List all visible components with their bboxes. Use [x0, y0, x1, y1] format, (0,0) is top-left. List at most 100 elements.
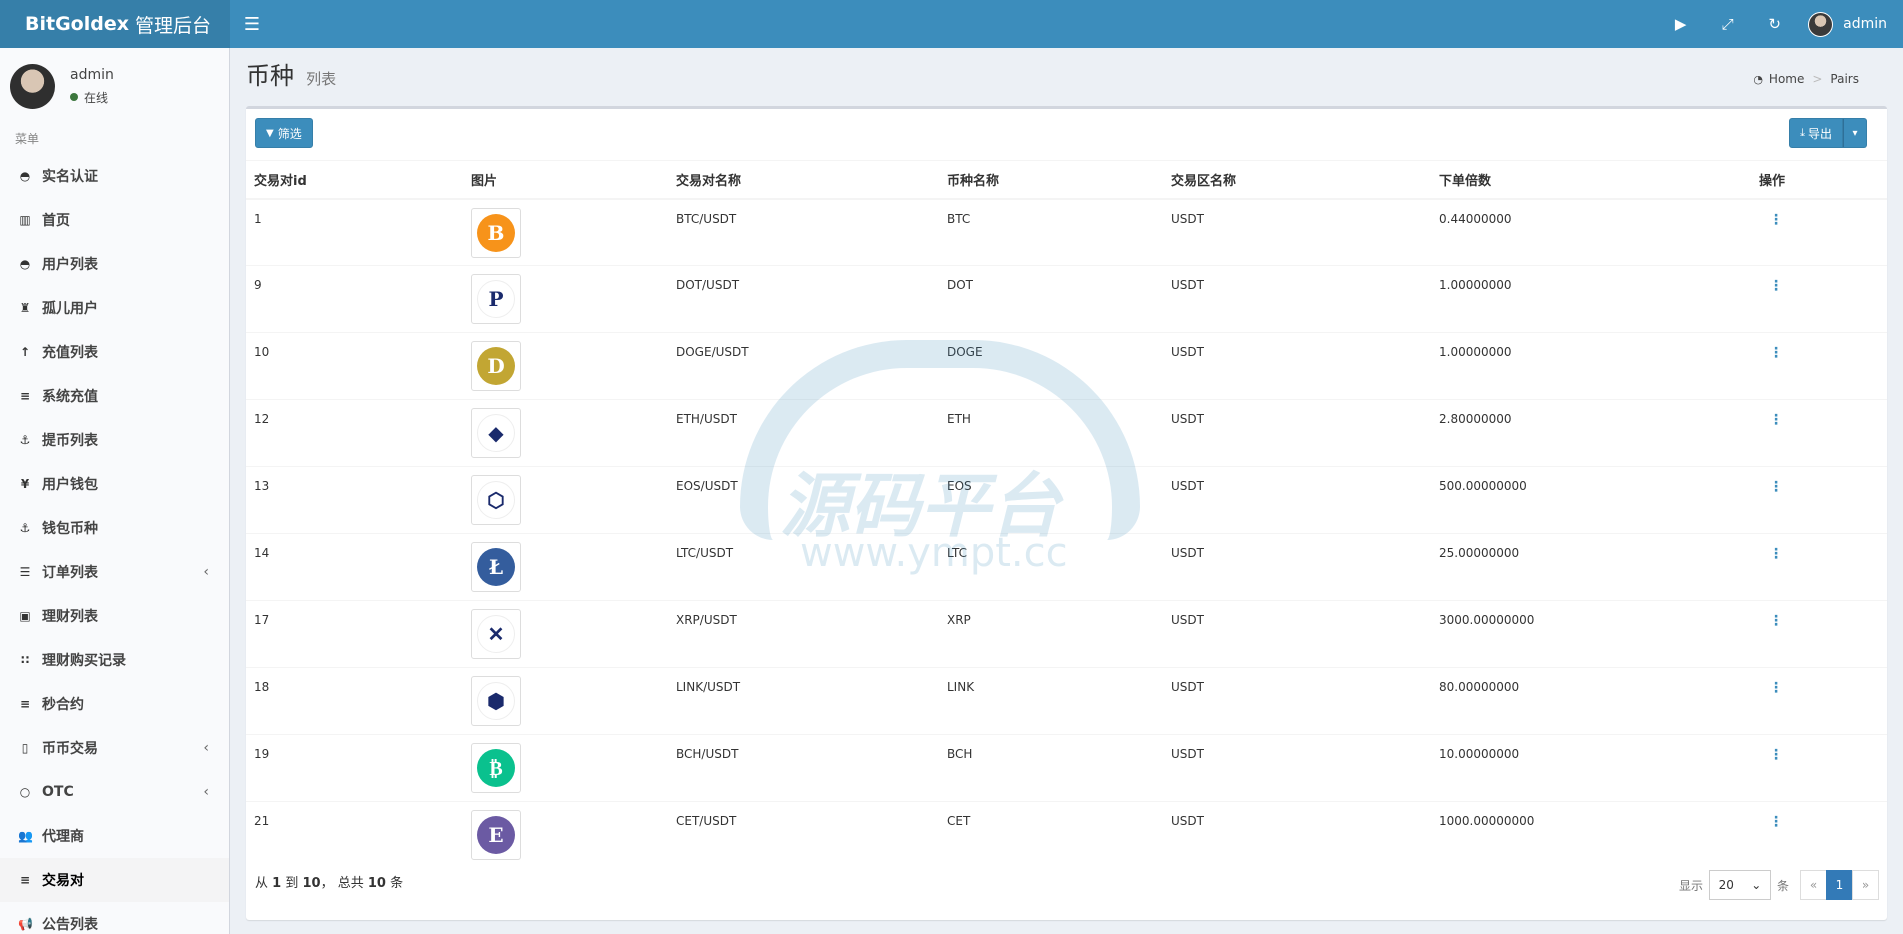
cell-zone-name: USDT	[1163, 801, 1431, 869]
coin-logo-icon: ₿	[477, 749, 515, 787]
sidebar-item[interactable]: ▥ 首页	[0, 198, 229, 242]
page-button-current[interactable]: 1	[1826, 870, 1853, 900]
table-body: 1 B BTC/USDT BTC USDT 0.44000000 ⋮ 9 P DOT/USDT DO…	[246, 198, 1887, 869]
sidebar-item[interactable]: ¥ 用户钱包	[0, 462, 229, 506]
arrow-up-icon: ↑	[19, 345, 31, 359]
bullhorn-icon: 📢	[18, 917, 33, 931]
sidebar-item[interactable]: ♜ 孤儿用户	[0, 286, 229, 330]
breadcrumb-home[interactable]: Home	[1769, 72, 1804, 86]
sidebar-toggle-icon[interactable]: ☰	[230, 0, 274, 48]
coin-logo-icon: E	[477, 816, 515, 854]
coin-thumbnail[interactable]: ⬡	[471, 475, 521, 525]
circle-icon: ○	[19, 785, 31, 799]
refresh-icon[interactable]: ↻	[1751, 0, 1798, 48]
coin-thumbnail[interactable]: B	[471, 207, 521, 258]
cell-zone-name: USDT	[1163, 332, 1431, 400]
table-row: 1 B BTC/USDT BTC USDT 0.44000000 ⋮	[246, 198, 1887, 266]
sidebar-item[interactable]: ◓ 实名认证	[0, 154, 229, 198]
sidebar-item[interactable]: ↑ 充值列表	[0, 330, 229, 374]
status-dot-icon	[70, 93, 78, 101]
filter-button[interactable]: ▼ 筛选	[255, 118, 313, 148]
table-row: 10 D DOGE/USDT DOGE USDT 1.00000000 ⋮	[246, 332, 1887, 400]
sidebar-item[interactable]: ▯ 币币交易 ‹	[0, 726, 229, 770]
more-actions-icon[interactable]: ⋮	[1759, 814, 1783, 830]
cell-pair-id: 10	[246, 332, 463, 400]
sidebar-item[interactable]: ∷ 理财购买记录	[0, 638, 229, 682]
more-actions-icon[interactable]: ⋮	[1759, 680, 1783, 696]
coin-thumbnail[interactable]: E	[471, 810, 521, 860]
sidebar-item[interactable]: ◓ 用户列表	[0, 242, 229, 286]
user-panel-name: admin	[70, 66, 114, 83]
coin-thumbnail[interactable]: D	[471, 341, 521, 391]
coin-thumbnail[interactable]: ₿	[471, 743, 521, 793]
more-actions-icon[interactable]: ⋮	[1759, 546, 1783, 562]
page-size-select[interactable]: 20 ⌄	[1708, 870, 1771, 900]
coin-thumbnail[interactable]: P	[471, 274, 521, 324]
more-actions-icon[interactable]: ⋮	[1759, 345, 1783, 361]
pager-area: 显示 20 ⌄ 条 « 1 »	[1679, 870, 1879, 900]
more-actions-icon[interactable]: ⋮	[1759, 212, 1783, 228]
play-icon[interactable]: ▶	[1657, 0, 1704, 48]
status-text: 在线	[84, 90, 109, 105]
cell-pair-name: LTC/USDT	[668, 533, 939, 601]
chevron-left-icon: ‹	[203, 784, 209, 800]
cell-image: D	[463, 332, 668, 400]
cell-coin-name: XRP	[939, 600, 1163, 668]
sidebar-item-label: 秒合约	[42, 697, 84, 713]
more-actions-icon[interactable]: ⋮	[1759, 412, 1783, 428]
summary-total: 10	[367, 876, 386, 891]
coin-logo-icon: D	[477, 347, 515, 385]
sidebar-item[interactable]: ⚓ 钱包币种	[0, 506, 229, 550]
more-actions-icon[interactable]: ⋮	[1759, 747, 1783, 763]
sidebar-item[interactable]: ⚓ 提币列表	[0, 418, 229, 462]
cell-zone-name: USDT	[1163, 667, 1431, 735]
column-header: 交易对id	[246, 160, 463, 200]
export-button[interactable]: ⤓ 导出	[1789, 118, 1843, 148]
coin-thumbnail[interactable]: ◆	[471, 408, 521, 458]
sidebar-item[interactable]: ≡ 交易对	[0, 858, 229, 902]
cell-image: Ł	[463, 533, 668, 601]
cell-actions: ⋮	[1751, 466, 1887, 534]
brand-logo[interactable]: BitGoldex 管理后台	[0, 0, 230, 48]
top-navbar: BitGoldex 管理后台 ☰ ▶ ⤢ ↻ admin	[0, 0, 1903, 48]
coin-logo-icon: ✕	[477, 615, 515, 653]
coin-thumbnail[interactable]: ✕	[471, 609, 521, 659]
coin-logo-icon: P	[477, 280, 515, 318]
sidebar-menu: ◓ 实名认证 ▥ 首页 ◓ 用户列表 ♜ 孤儿用户 ↑ 充值列表 ≡ 系统充值 ⚓ 提币列表 ¥ 用户钱包 ⚓ 钱…	[0, 154, 229, 934]
chevron-left-icon: ‹	[203, 564, 209, 580]
sidebar-item[interactable]: 📢 公告列表	[0, 902, 229, 934]
next-page-button[interactable]: »	[1852, 870, 1879, 900]
sidebar-item[interactable]: ▣ 理财列表	[0, 594, 229, 638]
cell-coin-name: ETH	[939, 399, 1163, 467]
cell-multiplier: 1000.00000000	[1431, 801, 1751, 869]
user-menu[interactable]: admin	[1798, 11, 1903, 37]
prev-page-button[interactable]: «	[1800, 870, 1827, 900]
cell-actions: ⋮	[1751, 667, 1887, 735]
sidebar-item[interactable]: ☰ 订单列表 ‹	[0, 550, 229, 594]
coin-thumbnail[interactable]: ⬢	[471, 676, 521, 726]
cell-actions: ⋮	[1751, 734, 1887, 802]
coin-logo-icon: B	[477, 213, 515, 252]
cell-pair-id: 1	[246, 198, 463, 266]
table-row: 9 P DOT/USDT DOT USDT 1.00000000 ⋮	[246, 265, 1887, 333]
coin-logo-icon: ⬢	[477, 682, 515, 720]
cell-image: B	[463, 198, 668, 266]
more-actions-icon[interactable]: ⋮	[1759, 278, 1783, 294]
cell-multiplier: 80.00000000	[1431, 667, 1751, 735]
sidebar-item[interactable]: ≡ 秒合约	[0, 682, 229, 726]
sidebar-item-label: 系统充值	[42, 389, 98, 405]
cell-image: ⬢	[463, 667, 668, 735]
more-actions-icon[interactable]: ⋮	[1759, 613, 1783, 629]
sidebar-item[interactable]: ○ OTC ‹	[0, 770, 229, 814]
cell-zone-name: USDT	[1163, 466, 1431, 534]
more-actions-icon[interactable]: ⋮	[1759, 479, 1783, 495]
sidebar-item[interactable]: ≡ 系统充值	[0, 374, 229, 418]
table-header-row: 交易对id 图片 交易对名称 币种名称 交易区名称 下单倍数 操作	[246, 160, 1887, 200]
cell-pair-id: 14	[246, 533, 463, 601]
export-dropdown-toggle[interactable]: ▾	[1843, 118, 1867, 148]
coin-thumbnail[interactable]: Ł	[471, 542, 521, 592]
sidebar-item[interactable]: 👥 代理商	[0, 814, 229, 858]
fullscreen-icon[interactable]: ⤢	[1704, 0, 1751, 48]
table-row: 18 ⬢ LINK/USDT LINK USDT 80.00000000 ⋮	[246, 667, 1887, 735]
table-row: 17 ✕ XRP/USDT XRP USDT 3000.00000000 ⋮	[246, 600, 1887, 668]
